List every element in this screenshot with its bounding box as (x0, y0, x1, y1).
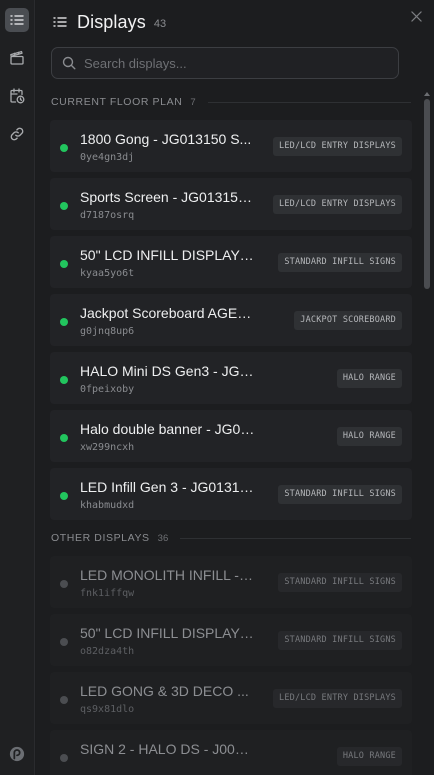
display-name: 50" LCD INFILL DISPLAY - ... (80, 625, 256, 641)
status-dot (60, 754, 68, 762)
close-icon (410, 10, 422, 22)
category-badge: HALO RANGE (336, 427, 402, 446)
display-count: 43 (153, 17, 167, 30)
display-list-item[interactable]: Jackpot Scoreboard AGE202... g0jnq8up6 JAC… (50, 294, 412, 346)
status-dot (60, 202, 68, 210)
display-name: HALO Mini DS Gen3 - JG013150 S/N... (80, 363, 256, 379)
app-logo-icon[interactable] (5, 742, 29, 766)
status-dot (60, 376, 68, 384)
category-badge: STANDARD INFILL SIGNS (278, 485, 402, 504)
section-divider (180, 537, 411, 539)
section-count: 36 (157, 532, 169, 544)
status-dot (60, 260, 68, 268)
search-icon (62, 56, 76, 70)
category-badge: JACKPOT SCOREBOARD (294, 311, 402, 330)
status-dot (60, 318, 68, 326)
display-id: 0fpeixoby (80, 384, 135, 395)
section-label: CURRENT FLOOR PLAN (51, 96, 183, 108)
status-dot (60, 434, 68, 442)
display-id: qs9x81dlo (80, 704, 135, 715)
clapperboard-icon[interactable] (5, 46, 29, 70)
display-id: fnk1iffqw (80, 588, 135, 599)
category-badge: HALO RANGE (336, 747, 402, 766)
list-icon[interactable] (5, 8, 29, 32)
category-badge: LED/LCD ENTRY DISPLAYS (273, 689, 402, 708)
display-name: 1800 Gong - JG013150 S... (80, 131, 252, 147)
display-list-item[interactable]: LED GONG & 3D DECO ... qs9x81dlo LED/LCD E… (50, 672, 412, 724)
display-list-item[interactable]: LED Infill Gen 3 - JG01315... khabmudxd ST… (50, 468, 412, 520)
display-name: 50" LCD INFILL DISPLAY - ... (80, 247, 256, 263)
link-icon[interactable] (5, 122, 29, 146)
display-id: khabmudxd (80, 500, 135, 511)
search-input[interactable] (84, 55, 374, 71)
scrollbar[interactable] (422, 90, 432, 775)
page-title: Displays (77, 11, 146, 32)
scrollbar-thumb[interactable] (424, 99, 430, 289)
display-list-item[interactable]: Halo double banner - JG013150 S/N... xw29… (50, 410, 412, 462)
section-divider (207, 101, 411, 103)
display-name: Sports Screen - JG013150... (80, 189, 256, 205)
display-id: g0jnq8up6 (80, 326, 135, 337)
status-dot (60, 580, 68, 588)
status-dot (60, 638, 68, 646)
category-badge: STANDARD INFILL SIGNS (278, 631, 402, 650)
display-name: SIGN 2 - HALO DS - J009269 S/N0... (80, 741, 256, 757)
section-header: OTHER DISPLAYS 36 (51, 532, 411, 544)
display-name: LED MONOLITH INFILL - J... (80, 567, 256, 583)
category-badge: LED/LCD ENTRY DISPLAYS (273, 195, 402, 214)
status-dot (60, 144, 68, 152)
display-id: d7187osrq (80, 210, 135, 221)
calendar-clock-icon[interactable] (5, 84, 29, 108)
display-list-item[interactable]: 1800 Gong - JG013150 S... 0ye4gn3dj LED/LC… (50, 120, 412, 172)
list-icon (53, 17, 67, 27)
display-name: Halo double banner - JG013150 S/N... (80, 421, 256, 437)
display-id: o82dza4th (80, 646, 135, 657)
status-dot (60, 492, 68, 500)
section-label: OTHER DISPLAYS (51, 532, 150, 544)
display-name: LED Infill Gen 3 - JG01315... (80, 479, 256, 495)
display-list-item[interactable]: SIGN 2 - HALO DS - J009269 S/N0... HALO R… (50, 730, 412, 775)
display-list-item[interactable]: LED MONOLITH INFILL - J... fnk1iffqw STAND… (50, 556, 412, 608)
display-name: Jackpot Scoreboard AGE202... (80, 305, 256, 321)
status-dot (60, 696, 68, 704)
category-badge: LED/LCD ENTRY DISPLAYS (273, 137, 402, 156)
display-id: 0ye4gn3dj (80, 152, 135, 163)
panel-header: Displays 43 (52, 10, 166, 34)
navigation-rail (0, 0, 35, 775)
display-list: CURRENT FLOOR PLAN 7 1800 Gong - JG013150 … (36, 90, 422, 775)
display-list-item[interactable]: HALO Mini DS Gen3 - JG013150 S/N... 0fpei… (50, 352, 412, 404)
displays-panel: Displays 43 CURRENT FLOOR PLAN 7 1800 Gong… (36, 0, 434, 775)
display-name: LED GONG & 3D DECO ... (80, 683, 249, 699)
close-button[interactable] (408, 8, 424, 24)
display-list-item[interactable]: 50" LCD INFILL DISPLAY - ... kyaa5yo6t STA… (50, 236, 412, 288)
section-header: CURRENT FLOOR PLAN 7 (51, 96, 411, 108)
scroll-up-icon[interactable] (424, 92, 430, 96)
display-id: xw299ncxh (80, 442, 135, 453)
category-badge: STANDARD INFILL SIGNS (278, 253, 402, 272)
search-box (51, 47, 399, 79)
category-badge: HALO RANGE (336, 369, 402, 388)
display-list-item[interactable]: 50" LCD INFILL DISPLAY - ... o82dza4th STA… (50, 614, 412, 666)
display-list-item[interactable]: Sports Screen - JG013150... d7187osrq LED/… (50, 178, 412, 230)
section-count: 7 (190, 96, 196, 108)
display-id: kyaa5yo6t (80, 268, 135, 279)
category-badge: STANDARD INFILL SIGNS (278, 573, 402, 592)
